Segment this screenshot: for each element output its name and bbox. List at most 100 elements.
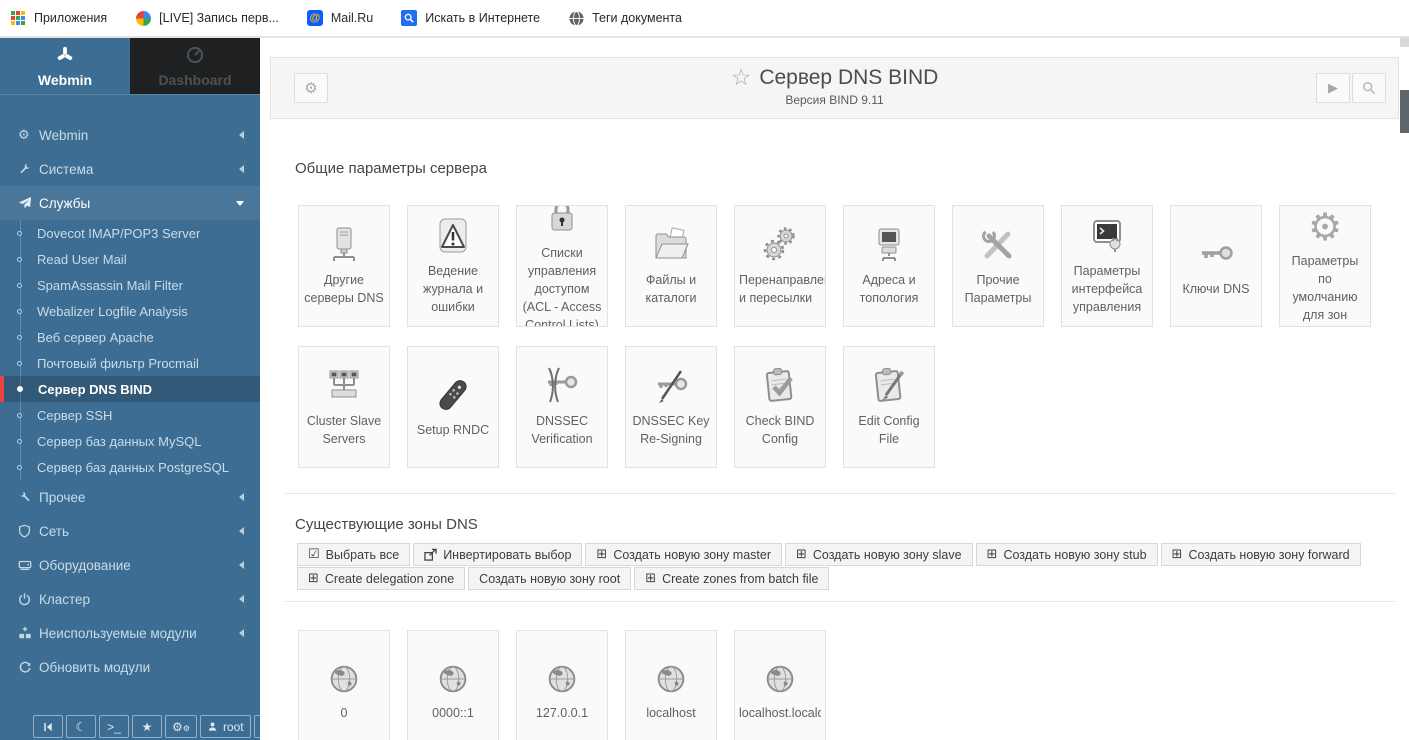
search-icon (401, 10, 417, 26)
zone-label: localhost (630, 704, 712, 722)
create-stub-zone-button[interactable]: ⊞Создать новую зону stub (976, 543, 1158, 566)
clipboard-check-icon (760, 366, 800, 406)
favorite-star-icon[interactable]: ☆ (731, 67, 752, 90)
sidebar-item-ssh[interactable]: Сервер SSH (0, 402, 260, 428)
invert-selection-button[interactable]: Инвертировать выбор (413, 543, 582, 566)
chevron-down-icon (236, 201, 244, 206)
moon-icon: ☾ (76, 721, 87, 733)
card-label: Файлы и каталоги (630, 271, 712, 307)
create-forward-zone-button[interactable]: ⊞Создать новую зону forward (1161, 543, 1361, 566)
sidebar-item-cluster[interactable]: Кластер (0, 582, 260, 616)
select-all-button[interactable]: ☑Выбрать все (297, 543, 410, 566)
sidebar-item-apache[interactable]: Веб сервер Apache (0, 324, 260, 350)
chevron-left-icon (239, 595, 244, 603)
play-icon: ▶ (1328, 82, 1338, 95)
chevron-left-icon (239, 165, 244, 173)
sidebar-item-services[interactable]: Службы (0, 186, 260, 220)
create-master-zone-button[interactable]: ⊞Создать новую зону master (585, 543, 782, 566)
terminal-button[interactable]: >_ (99, 715, 129, 738)
chevron-left-icon (239, 493, 244, 501)
bookmark-mailru[interactable]: @ Mail.Ru (307, 10, 373, 26)
sidebar-footer: ☾ >_ ★ ⚙⚙ root (33, 715, 284, 738)
refresh-icon (18, 660, 39, 674)
sidebar-item-bind-dns[interactable]: Сервер DNS BIND (0, 376, 260, 402)
zone-card-0[interactable]: 0 (298, 630, 390, 740)
sidebar-item-procmail[interactable]: Почтовый фильтр Procmail (0, 350, 260, 376)
favorites-button[interactable]: ★ (132, 715, 162, 738)
bookmark-search[interactable]: Искать в Интернете (401, 10, 540, 26)
scrollbar-thumb[interactable] (1400, 90, 1409, 133)
card-setup-rndc[interactable]: Setup RNDC (407, 346, 499, 468)
add-icon: ⊞ (796, 548, 807, 561)
card-access-control-lists[interactable]: Списки управления доступом (ACL - Access… (516, 205, 608, 327)
bookmark-apps[interactable]: Приложения (10, 10, 107, 26)
sidebar-item-dovecot[interactable]: Dovecot IMAP/POP3 Server (0, 220, 260, 246)
card-check-bind-config[interactable]: Check BIND Config (734, 346, 826, 468)
card-other-dns-servers[interactable]: Другие серверы DNS (298, 205, 390, 327)
sidebar-item-webmin[interactable]: ⚙ Webmin (0, 118, 260, 152)
card-dnssec-verification[interactable]: DNSSEC Verification (516, 346, 608, 468)
card-dnssec-key-resigning[interactable]: DNSSEC Key Re-Signing (625, 346, 717, 468)
card-label: Прочие Параметры (957, 271, 1039, 307)
shield-icon (18, 524, 39, 538)
gear-icon: ⚙ (18, 129, 39, 142)
scrollbar-track[interactable] (1400, 38, 1409, 47)
zone-card-4[interactable]: localhost.localdomain (734, 630, 826, 740)
card-label: Cluster Slave Servers (303, 412, 385, 448)
zone-card-3[interactable]: localhost (625, 630, 717, 740)
sidebar-item-mysql[interactable]: Сервер баз данных MySQL (0, 428, 260, 454)
start-service-button[interactable]: ▶ (1316, 73, 1350, 103)
create-root-zone-button[interactable]: Создать новую зону root (468, 567, 631, 590)
settings-button[interactable]: ⚙⚙ (165, 715, 197, 738)
card-files-directories[interactable]: Файлы и каталоги (625, 205, 717, 327)
services-submenu: Dovecot IMAP/POP3 Server Read User Mail … (0, 220, 260, 480)
chevron-left-icon (239, 629, 244, 637)
sidebar-tabs: Webmin Dashboard (0, 38, 260, 95)
sidebar-item-network[interactable]: Сеть (0, 514, 260, 548)
card-control-interface[interactable]: Параметры интерфейса управления (1061, 205, 1153, 327)
tab-webmin[interactable]: Webmin (0, 38, 130, 94)
zone-card-1[interactable]: 0000::1 (407, 630, 499, 740)
sidebar-item-others[interactable]: Прочее (0, 480, 260, 514)
card-dns-keys[interactable]: Ключи DNS (1170, 205, 1262, 327)
create-delegation-zone-button[interactable]: ⊞Create delegation zone (297, 567, 465, 590)
card-addresses-topology[interactable]: Адреса и топология (843, 205, 935, 327)
tab-dashboard[interactable]: Dashboard (130, 38, 260, 94)
sidebar-item-unused-modules[interactable]: Неиспользуемые модули (0, 616, 260, 650)
card-cluster-slave-servers[interactable]: Cluster Slave Servers (298, 346, 390, 468)
create-zones-batch-button[interactable]: ⊞Create zones from batch file (634, 567, 829, 590)
search-icon (1362, 81, 1376, 95)
sidebar-item-label: Прочее (39, 490, 85, 505)
sidebar-item-label: Оборудование (39, 558, 131, 573)
workstation-icon (869, 225, 909, 265)
search-button[interactable] (1352, 73, 1386, 103)
card-edit-config-file[interactable]: Edit Config File (843, 346, 935, 468)
sidebar-item-webalizer[interactable]: Webalizer Logfile Analysis (0, 298, 260, 324)
sidebar-item-system[interactable]: Система (0, 152, 260, 186)
user-button[interactable]: root (200, 715, 251, 738)
bullet-icon (17, 231, 22, 236)
collapse-button[interactable] (33, 715, 63, 738)
night-mode-button[interactable]: ☾ (66, 715, 96, 738)
zone-card-2[interactable]: 127.0.0.1 (516, 630, 608, 740)
sidebar-item-read-user-mail[interactable]: Read User Mail (0, 246, 260, 272)
bookmark-tags[interactable]: Теги документа (568, 10, 682, 26)
remote-control-icon (433, 375, 473, 415)
zone-label: localhost.localdomain (739, 704, 821, 722)
sidebar-item-refresh-modules[interactable]: Обновить модули (0, 650, 260, 684)
sidebar-item-hardware[interactable]: Оборудование (0, 548, 260, 582)
section-title-zones: Существующие зоны DNS (295, 516, 478, 533)
sidebar-item-spamassassin[interactable]: SpamAssassin Mail Filter (0, 272, 260, 298)
card-label: Check BIND Config (739, 412, 821, 448)
gears-icon: ⚙⚙ (172, 721, 190, 733)
bullet-icon (17, 413, 22, 418)
sidebar-subitem-label: SpamAssassin Mail Filter (37, 278, 183, 293)
card-forwarding-transfers[interactable]: Перенаправления и пересылки (734, 205, 826, 327)
create-slave-zone-button[interactable]: ⊞Создать новую зону slave (785, 543, 973, 566)
card-misc-options[interactable]: Прочие Параметры (952, 205, 1044, 327)
bookmark-live[interactable]: [LIVE] Запись перв... (135, 10, 279, 26)
card-logging-errors[interactable]: Ведение журнала и ошибки (407, 205, 499, 327)
card-zone-defaults[interactable]: ⚙ Параметры по умолчанию для зон (1279, 205, 1371, 327)
sidebar-item-postgresql[interactable]: Сервер баз данных PostgreSQL (0, 454, 260, 480)
bookmark-label: Теги документа (592, 11, 682, 25)
